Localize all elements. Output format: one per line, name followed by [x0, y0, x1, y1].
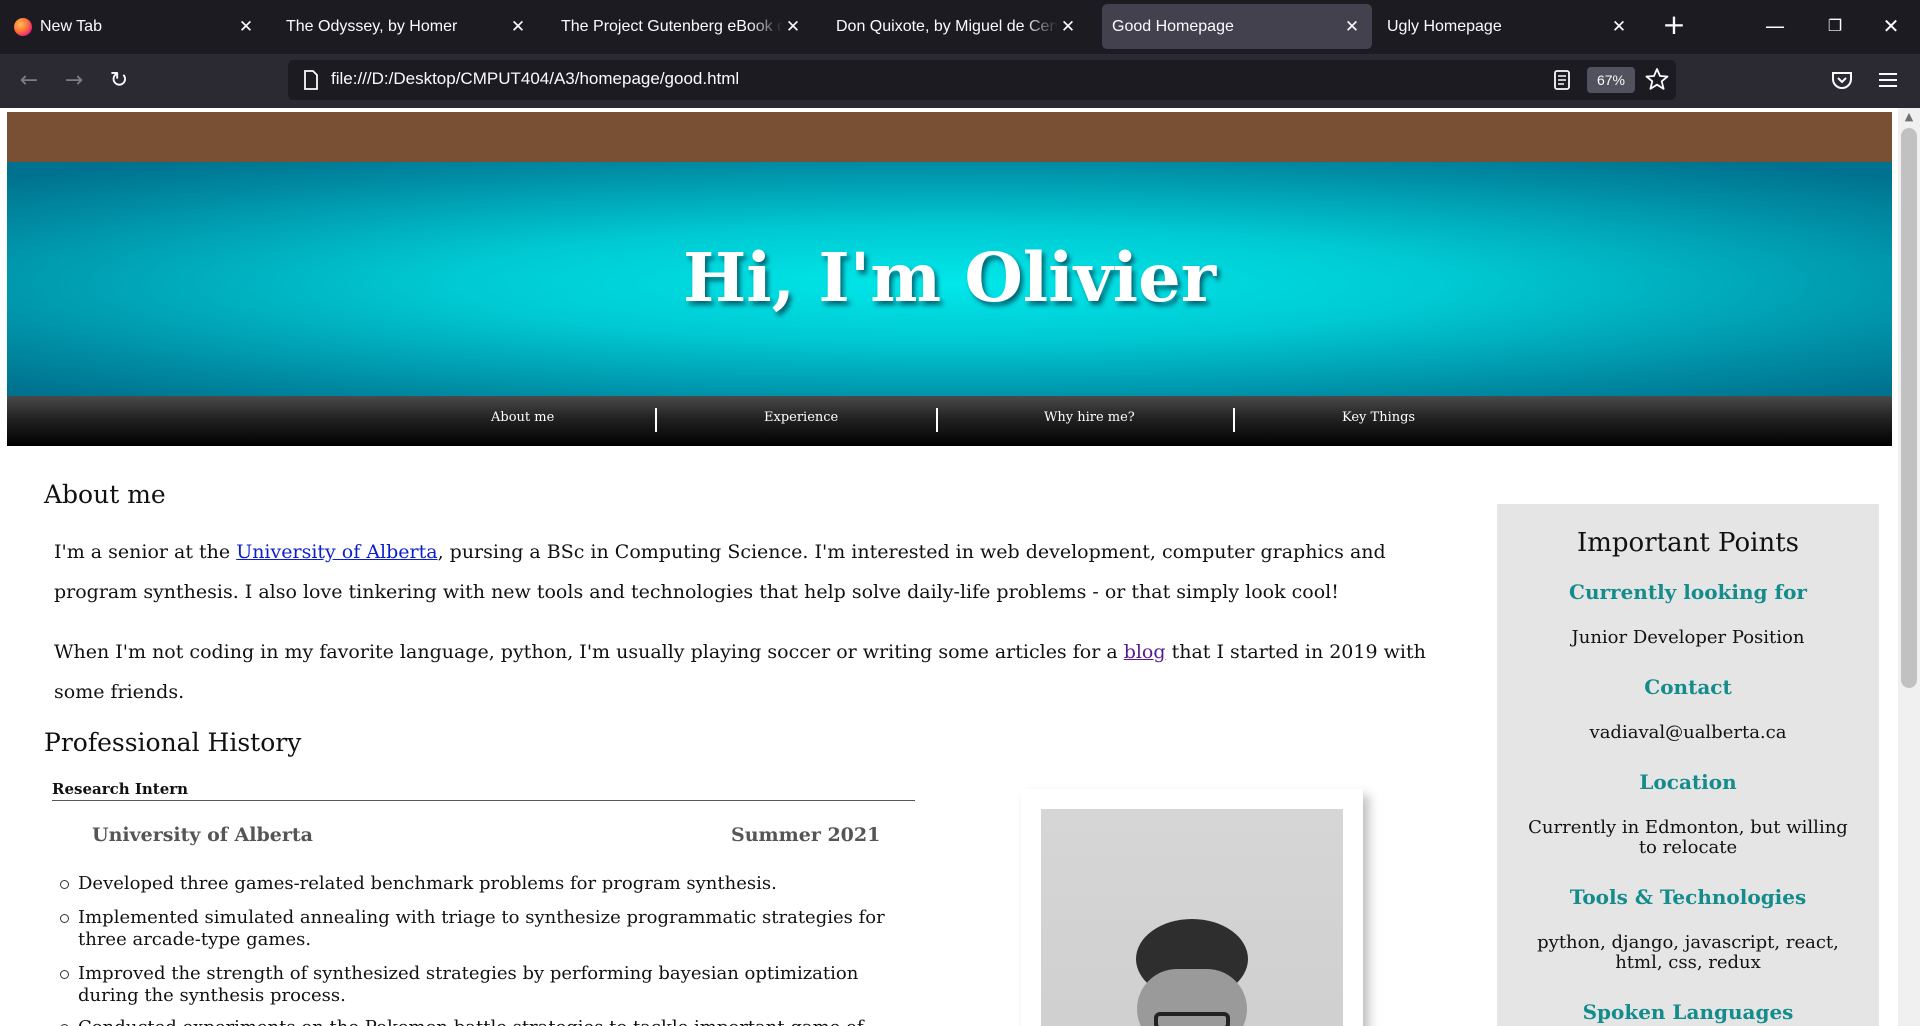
list-item: Developed three games-related benchmark …	[60, 873, 920, 895]
list-item: Conducted experiments on the Pokemon bat…	[60, 1017, 920, 1026]
section-text: Currently in Edmonton, but willing to re…	[1528, 817, 1848, 858]
nav-experience[interactable]: Experience	[764, 410, 838, 425]
divider	[52, 800, 915, 801]
close-icon[interactable]: ✕	[508, 17, 528, 37]
tab-good-homepage[interactable]: Good Homepage ✕	[1102, 4, 1372, 49]
job-title: Research Intern	[52, 780, 189, 798]
tab-title: Don Quixote, by Miguel de Cervantes	[836, 17, 1058, 35]
history-heading: Professional History	[44, 728, 302, 757]
firefox-icon	[14, 17, 32, 36]
section-text: python, django, javascript, react, html,…	[1537, 932, 1839, 973]
close-icon[interactable]: ✕	[236, 17, 256, 37]
nav-separator	[936, 408, 938, 432]
vertical-scrollbar[interactable]: ▲	[1898, 108, 1920, 1026]
tab-title: The Project Gutenberg eBook of Don Quixo…	[561, 17, 783, 35]
nav-key-things[interactable]: Key Things	[1342, 410, 1415, 425]
section-text: vadiaval@ualberta.ca	[1589, 722, 1787, 743]
about-text: I'm a senior at the	[54, 541, 237, 563]
panel-title: Important Points	[1576, 528, 1799, 558]
tab-title: Good Homepage	[1112, 17, 1234, 35]
window-close-icon[interactable]: ✕	[1876, 12, 1906, 42]
tab-don-quixote[interactable]: Don Quixote, by Miguel de Cervantes ✕	[826, 4, 1088, 49]
tab-title: Ugly Homepage	[1387, 17, 1502, 35]
arrow-left-icon[interactable]: ←	[12, 64, 46, 98]
section-heading: Location	[1639, 770, 1737, 794]
tab-odyssey[interactable]: The Odyssey, by Homer ✕	[276, 4, 538, 49]
about-paragraph-2: When I'm not coding in my favorite langu…	[54, 632, 1474, 712]
hero-banner: Hi, I'm Olivier	[7, 162, 1892, 396]
tab-ugly-homepage[interactable]: Ugly Homepage ✕	[1377, 4, 1639, 49]
nav-about-me[interactable]: About me	[491, 410, 554, 425]
section-heading: Contact	[1644, 675, 1732, 699]
new-tab-button[interactable]: +	[1658, 10, 1690, 42]
hero-title: Hi, I'm Olivier	[682, 238, 1217, 317]
section-heading: Tools & Technologies	[1569, 885, 1807, 909]
university-link[interactable]: University of Alberta	[236, 541, 437, 563]
minimize-icon[interactable]: —	[1760, 12, 1790, 42]
page-icon	[304, 70, 318, 90]
close-icon[interactable]: ✕	[783, 17, 803, 37]
tab-new-tab[interactable]: New Tab ✕	[4, 4, 266, 49]
section-text: Junior Developer Position	[1571, 627, 1805, 648]
header-strip	[7, 112, 1892, 162]
section-heading: Spoken Languages	[1582, 1000, 1794, 1024]
section-heading: Currently looking for	[1569, 580, 1807, 604]
person-portrait	[1136, 919, 1248, 1026]
nav-why-hire-me[interactable]: Why hire me?	[1044, 410, 1135, 425]
arrow-right-icon[interactable]: →	[57, 64, 91, 98]
url-text[interactable]: file:///D:/Desktop/CMPUT404/A3/homepage/…	[331, 69, 739, 89]
about-heading: About me	[44, 480, 166, 509]
tab-title: New Tab	[40, 17, 102, 35]
page-viewport: Hi, I'm Olivier About me Experience Why …	[0, 108, 1920, 1026]
list-item: Improved the strength of synthesized str…	[60, 963, 920, 1007]
reader-view-icon[interactable]	[1550, 68, 1574, 92]
reload-icon[interactable]: ↻	[102, 64, 136, 98]
scrollbar-thumb[interactable]	[1901, 128, 1917, 688]
nav-separator	[1233, 408, 1235, 432]
pocket-icon[interactable]	[1829, 67, 1855, 93]
restore-icon[interactable]: ❐	[1820, 12, 1850, 42]
profile-photo-frame	[1021, 789, 1363, 1026]
zoom-level-badge[interactable]: 67%	[1587, 67, 1635, 93]
close-icon[interactable]: ✕	[1609, 17, 1629, 37]
about-text: When I'm not coding in my favorite langu…	[54, 641, 1124, 663]
close-icon[interactable]: ✕	[1342, 17, 1362, 37]
important-points-panel: Important Points Currently looking for J…	[1497, 504, 1879, 1026]
hamburger-menu-icon[interactable]	[1875, 67, 1901, 93]
job-organization: University of Alberta	[92, 824, 313, 846]
list-item: Implemented simulated annealing with tri…	[60, 907, 920, 951]
star-icon[interactable]	[1644, 66, 1670, 92]
tab-title: The Odyssey, by Homer	[286, 17, 458, 35]
tab-gutenberg[interactable]: The Project Gutenberg eBook of Don Quixo…	[551, 4, 813, 49]
nav-separator	[655, 408, 657, 432]
job-date: Summer 2021	[731, 824, 881, 846]
profile-photo	[1041, 809, 1343, 1026]
blog-link[interactable]: blog	[1124, 641, 1166, 663]
scroll-up-arrow-icon[interactable]: ▲	[1902, 110, 1916, 124]
about-paragraph-1: I'm a senior at the University of Albert…	[54, 532, 1474, 612]
page-nav: About me Experience Why hire me? Key Thi…	[7, 396, 1892, 446]
tab-strip: New Tab ✕ The Odyssey, by Homer ✕ The Pr…	[0, 0, 1920, 54]
close-icon[interactable]: ✕	[1058, 17, 1078, 37]
